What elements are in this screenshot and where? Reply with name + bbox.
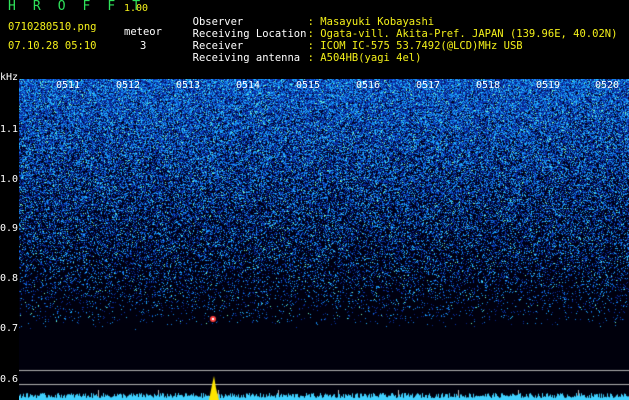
time-tick-0512: 0512 xyxy=(116,80,141,91)
meteor-count: 3 xyxy=(140,40,147,52)
time-tick-0520: 0520 xyxy=(595,80,620,91)
spectrogram-panel xyxy=(19,79,629,400)
freq-tick-1-0: 1.0 xyxy=(0,174,19,185)
time-tick-0515: 0515 xyxy=(296,80,321,91)
khz-unit-label: kHz xyxy=(0,72,19,83)
meta-antenna: Receiving antenna : A504HB(yagi 4el) xyxy=(180,40,422,64)
time-tick-0518: 0518 xyxy=(476,80,501,91)
time-tick-0516: 0516 xyxy=(356,80,381,91)
time-tick-0519: 0519 xyxy=(536,80,561,91)
freq-tick-0-6: 0.6 xyxy=(0,374,19,385)
time-tick-0511: 0511 xyxy=(56,80,81,91)
freq-tick-0-9: 0.9 xyxy=(0,223,19,234)
freq-tick-0-8: 0.8 xyxy=(0,273,19,284)
time-tick-0513: 0513 xyxy=(176,80,201,91)
meteor-label: meteor xyxy=(124,26,162,38)
freq-tick-0-7: 0.7 xyxy=(0,323,19,334)
time-tick-0517: 0517 xyxy=(416,80,441,91)
time-tick-0514: 0514 xyxy=(236,80,261,91)
antenna-label: Receiving antenna xyxy=(192,52,301,64)
freq-tick-1-1: 1.1 xyxy=(0,124,19,135)
version-label: 1.00 xyxy=(124,3,149,14)
spectrogram-canvas xyxy=(19,79,629,400)
antenna-value: : A504HB(yagi 4el) xyxy=(307,52,422,64)
filename-label: 0710280510.png xyxy=(8,21,97,33)
datetime-label: 07.10.28 05:10 xyxy=(8,40,97,52)
